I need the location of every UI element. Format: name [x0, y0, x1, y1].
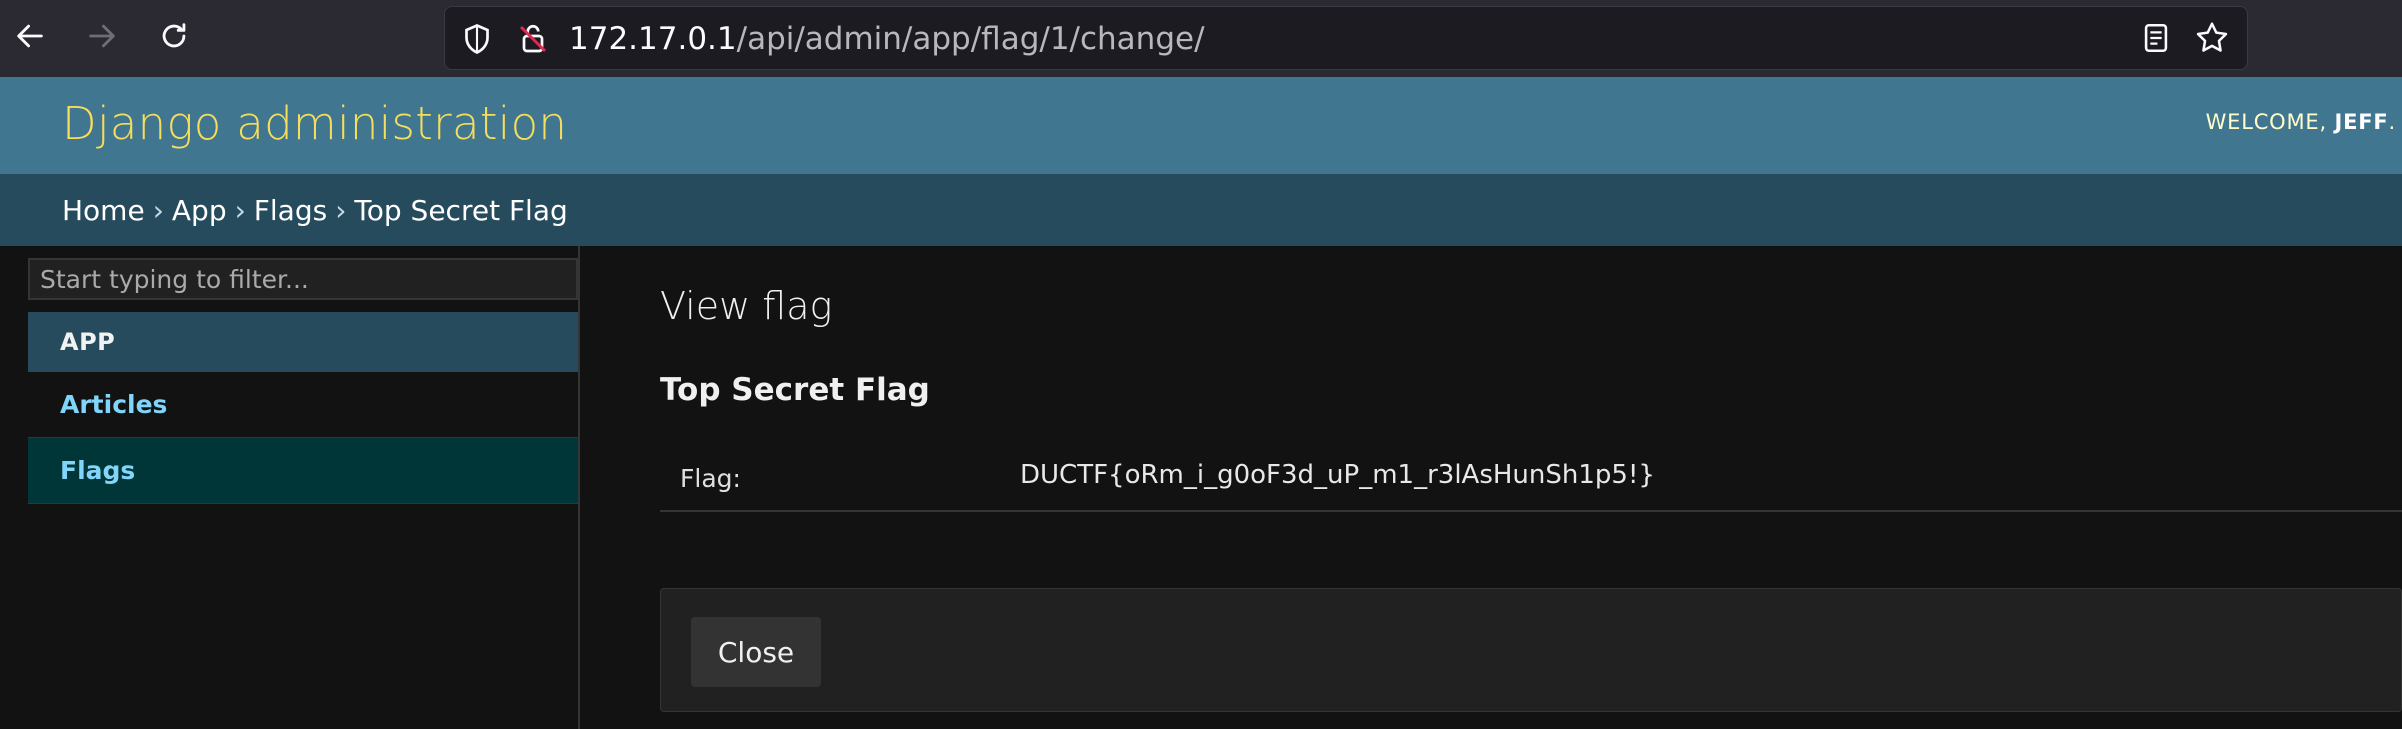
breadcrumb-current: Top Secret Flag [354, 193, 568, 227]
admin-header: Django administration WELCOME, JEFF. [0, 77, 2402, 174]
breadcrumb-home[interactable]: Home [62, 194, 145, 227]
sidebar-item-articles[interactable]: Articles [28, 372, 578, 438]
site-title[interactable]: Django administration [62, 97, 567, 150]
page-title: View flag [660, 284, 833, 328]
main-content: View flag Top Secret Flag Flag: DUCTF{oR… [580, 246, 2402, 729]
forward-button[interactable] [80, 14, 124, 58]
submit-row: Close [660, 588, 2402, 712]
breadcrumb-separator: › [234, 193, 246, 227]
breadcrumb-app[interactable]: App [172, 194, 227, 227]
reader-view-icon[interactable] [2139, 21, 2173, 55]
url-path: /api/admin/app/flag/1/change/ [736, 21, 1205, 57]
url-host: 172.17.0.1 [569, 21, 737, 57]
url-text[interactable]: 172.17.0.1/api/admin/app/flag/1/change/ [569, 21, 1205, 57]
flag-field-value: DUCTF{oRm_i_g0oF3d_uP_m1_r3lAsHunSh1p5!} [1020, 460, 1655, 490]
arrow-left-icon [17, 24, 43, 48]
flag-field-label: Flag: [680, 464, 741, 493]
app-module: APP Articles Flags [28, 312, 578, 504]
nav-sidebar: APP Articles Flags [0, 246, 580, 729]
breadcrumb-separator: › [335, 193, 347, 227]
breadcrumb-flags[interactable]: Flags [254, 194, 327, 227]
close-button[interactable]: Close [691, 617, 821, 687]
reload-icon [162, 23, 186, 48]
welcome-text: WELCOME, [2205, 110, 2327, 134]
breadcrumb: Home › App › Flags › Top Secret Flag [0, 174, 2402, 246]
shield-icon[interactable] [459, 21, 495, 57]
module-caption-app[interactable]: APP [28, 312, 578, 372]
username-suffix: . [2388, 110, 2396, 134]
arrow-right-icon [89, 24, 115, 48]
bookmark-star-icon[interactable] [2193, 19, 2231, 57]
address-bar[interactable]: 172.17.0.1/api/admin/app/flag/1/change/ [444, 6, 2248, 70]
insecure-lock-icon[interactable] [515, 21, 551, 57]
user-tools: WELCOME, JEFF. [2206, 110, 2396, 134]
breadcrumb-separator: › [152, 193, 164, 227]
sidebar-item-flags[interactable]: Flags [28, 438, 578, 504]
nav-filter-input[interactable] [28, 258, 578, 300]
username: JEFF [2334, 110, 2389, 134]
object-title: Top Secret Flag [660, 372, 930, 408]
browser-toolbar: 172.17.0.1/api/admin/app/flag/1/change/ [0, 0, 2402, 77]
reload-button[interactable] [152, 14, 196, 58]
back-button[interactable] [8, 14, 52, 58]
